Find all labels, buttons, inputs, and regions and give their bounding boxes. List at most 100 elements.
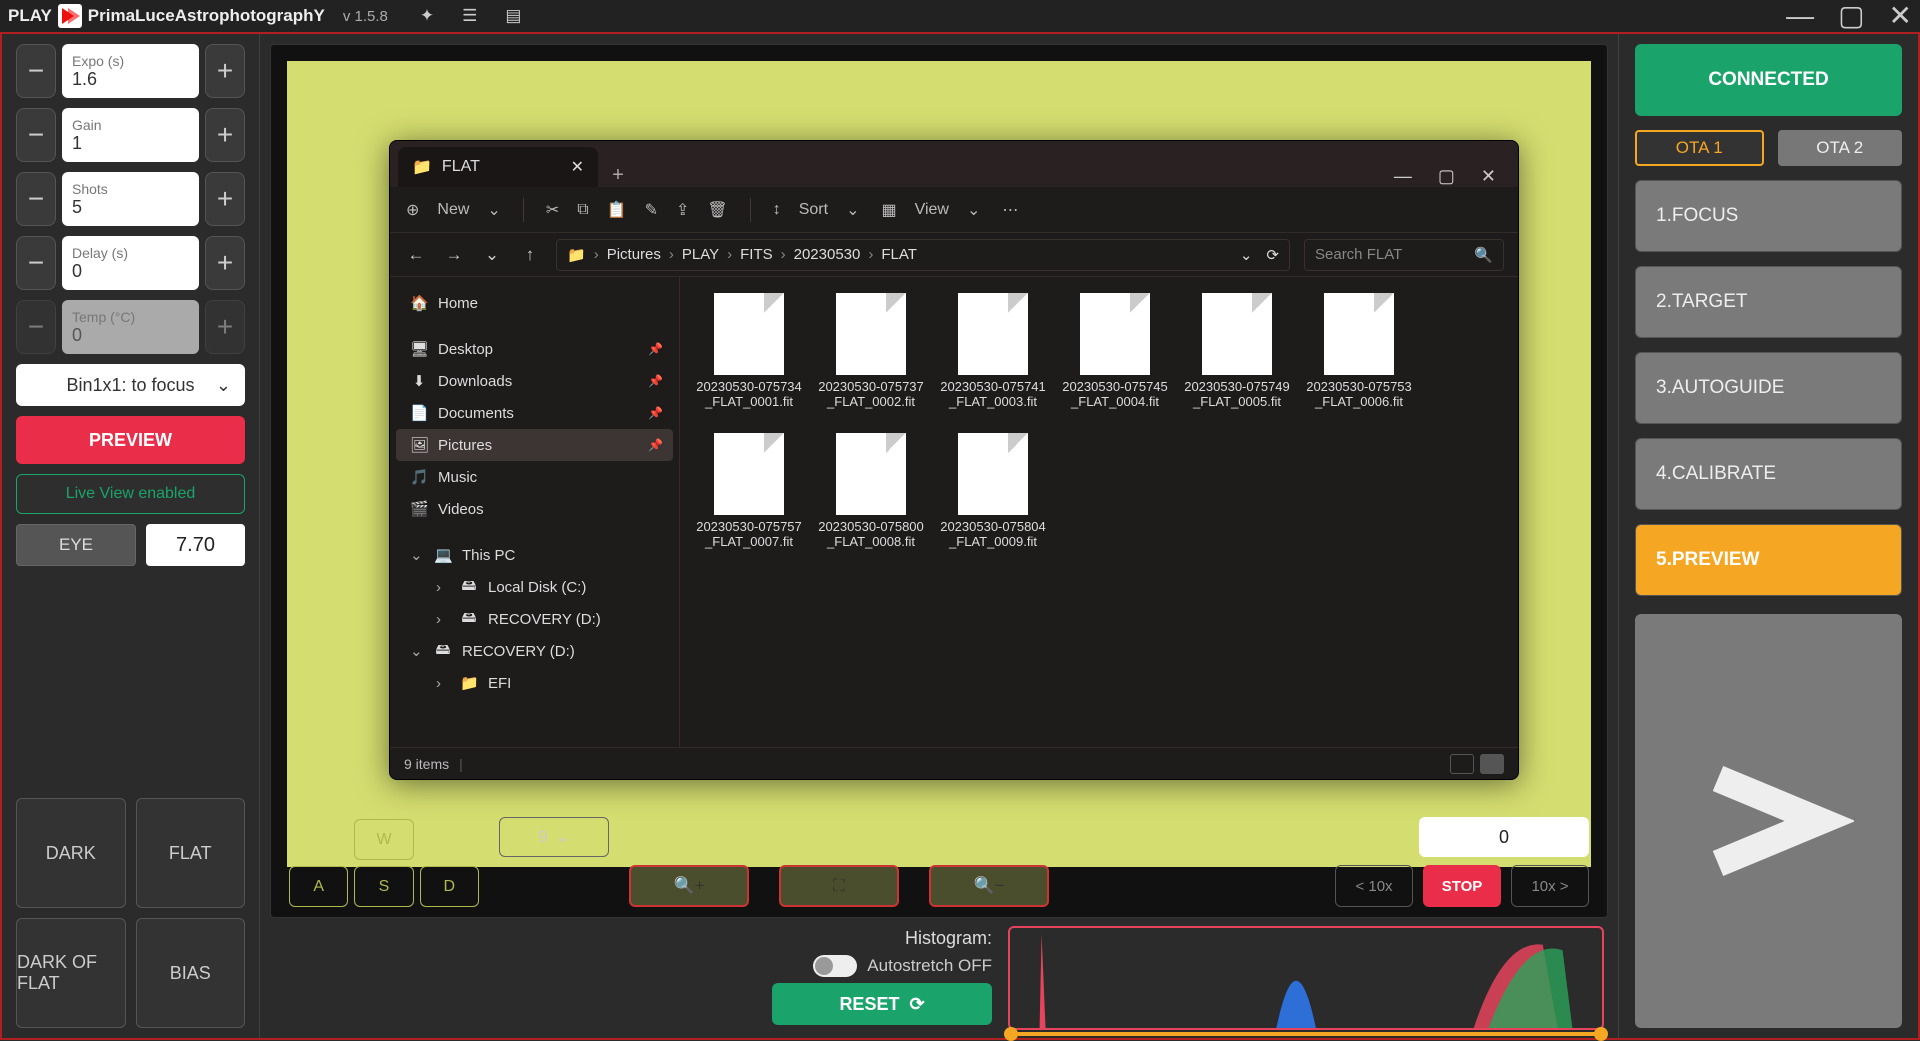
key-s[interactable]: S xyxy=(354,866,413,907)
speed-select[interactable]: 9 ⌄ xyxy=(499,817,609,857)
step-autoguide[interactable]: 3.AUTOGUIDE xyxy=(1635,352,1902,424)
nav-drive-c[interactable]: ›🖴Local Disk (C:) xyxy=(396,571,673,603)
close-icon[interactable]: ✕ xyxy=(1889,2,1912,30)
nav-downloads[interactable]: ⬇Downloads📌 xyxy=(396,365,673,397)
explorer-close-icon[interactable]: ✕ xyxy=(1481,166,1496,187)
chevron-down-icon[interactable]: ⌄ xyxy=(1240,246,1253,264)
view-grid-icon[interactable] xyxy=(1480,754,1504,774)
nav-drive-recovery[interactable]: ›🖴RECOVERY (D:) xyxy=(396,603,673,635)
file-item[interactable]: 20230530-075753_FLAT_0006.fit xyxy=(1300,289,1418,423)
nav-recovery-d[interactable]: ⌄🖴RECOVERY (D:) xyxy=(396,635,673,667)
refresh-icon[interactable]: ⟳ xyxy=(1266,246,1279,264)
bias-button[interactable]: BIAS xyxy=(136,918,246,1028)
connected-status[interactable]: CONNECTED xyxy=(1635,44,1902,116)
gain-field[interactable]: Gain 1 xyxy=(62,108,199,162)
file-name: 20230530-075800_FLAT_0008.fit xyxy=(818,519,924,549)
nav-this-pc[interactable]: ⌄💻This PC xyxy=(396,539,673,571)
dark-button[interactable]: DARK xyxy=(16,798,126,908)
ota-2-button[interactable]: OTA 2 xyxy=(1778,130,1903,166)
nav-efi[interactable]: ›📁EFI xyxy=(396,667,673,699)
reset-button[interactable]: RESET ⟳ xyxy=(772,983,992,1025)
more-menu[interactable]: ⋯ xyxy=(1002,200,1018,220)
delay-field[interactable]: Delay (s) 0 xyxy=(62,236,199,290)
sliders-icon[interactable]: ☰ xyxy=(462,6,477,26)
nav-back-icon[interactable]: ← xyxy=(404,245,428,265)
expo-field[interactable]: Expo (s) 1.6 xyxy=(62,44,199,98)
view-menu[interactable]: ▦ View ⌄ xyxy=(881,200,980,220)
right-panel: CONNECTED OTA 1 OTA 2 1.FOCUS 2.TARGET 3… xyxy=(1618,34,1918,1038)
file-item[interactable]: 20230530-075745_FLAT_0004.fit xyxy=(1056,289,1174,423)
delay-plus[interactable]: + xyxy=(205,236,245,290)
save-icon[interactable]: ▤ xyxy=(505,6,521,26)
file-item[interactable]: 20230530-075800_FLAT_0008.fit xyxy=(812,429,930,563)
share-icon[interactable]: ⇪ xyxy=(676,200,689,220)
explorer-search[interactable]: Search FLAT 🔍 xyxy=(1304,239,1504,271)
explorer-minimize-icon[interactable]: — xyxy=(1394,166,1412,187)
fwd-10x-button[interactable]: 10x > xyxy=(1511,865,1589,907)
tab-close-icon[interactable]: ✕ xyxy=(571,157,584,177)
key-d[interactable]: D xyxy=(420,866,479,907)
preview-button[interactable]: PREVIEW xyxy=(16,416,245,464)
step-calibrate[interactable]: 4.CALIBRATE xyxy=(1635,438,1902,510)
zoom-in-button[interactable]: 🔍+ xyxy=(629,865,749,907)
view-list-icon[interactable] xyxy=(1450,754,1474,774)
chevron-down-icon: ⌄ xyxy=(556,827,570,847)
ota-1-button[interactable]: OTA 1 xyxy=(1635,130,1764,166)
nav-videos[interactable]: 🎬Videos xyxy=(396,493,673,525)
file-item[interactable]: 20230530-075741_FLAT_0003.fit xyxy=(934,289,1052,423)
flat-button[interactable]: FLAT xyxy=(136,798,246,908)
key-a[interactable]: A xyxy=(289,866,348,907)
minimize-icon[interactable]: — xyxy=(1786,2,1814,30)
nav-recent-icon[interactable]: ⌄ xyxy=(480,245,504,265)
file-icon xyxy=(958,293,1028,375)
step-target[interactable]: 2.TARGET xyxy=(1635,266,1902,338)
back-10x-button[interactable]: < 10x xyxy=(1335,865,1413,907)
step-focus[interactable]: 1.FOCUS xyxy=(1635,180,1902,252)
paste-icon[interactable]: 📋 xyxy=(607,200,627,220)
expo-minus[interactable]: − xyxy=(16,44,56,98)
autostretch-toggle[interactable] xyxy=(813,955,857,977)
nav-home[interactable]: 🏠Home xyxy=(396,287,673,319)
explorer-nav[interactable]: 🏠Home 🖥Desktop📌 ⬇Downloads📌 📄Documents📌 … xyxy=(390,277,680,747)
nav-documents[interactable]: 📄Documents📌 xyxy=(396,397,673,429)
zoom-fit-button[interactable]: ⛶ xyxy=(779,865,899,907)
explorer-maximize-icon[interactable]: ▢ xyxy=(1438,166,1455,187)
delay-minus[interactable]: − xyxy=(16,236,56,290)
file-item[interactable]: 20230530-075757_FLAT_0007.fit xyxy=(690,429,808,563)
file-item[interactable]: 20230530-075804_FLAT_0009.fit xyxy=(934,429,1052,563)
nav-up-icon[interactable]: ↑ xyxy=(518,245,542,265)
file-item[interactable]: 20230530-075737_FLAT_0002.fit xyxy=(812,289,930,423)
shots-minus[interactable]: − xyxy=(16,172,56,226)
cut-icon[interactable]: ✂ xyxy=(546,200,559,220)
binning-select[interactable]: Bin1x1: to focus ⌄ xyxy=(16,364,245,406)
telescope-icon[interactable]: ✦ xyxy=(420,6,434,26)
maximize-icon[interactable]: ▢ xyxy=(1838,2,1864,30)
new-tab-button[interactable]: + xyxy=(598,164,638,187)
explorer-tab[interactable]: 📁 FLAT ✕ xyxy=(398,147,598,187)
copy-icon[interactable]: ⧉ xyxy=(577,201,588,219)
rename-icon[interactable]: ✎ xyxy=(645,200,658,220)
gain-plus[interactable]: + xyxy=(205,108,245,162)
histogram-slider[interactable] xyxy=(1010,1032,1602,1036)
dark-of-flat-button[interactable]: DARK OF FLAT xyxy=(16,918,126,1028)
key-w[interactable]: W xyxy=(354,819,413,860)
gain-minus[interactable]: − xyxy=(16,108,56,162)
new-menu[interactable]: ⊕ New ⌄ xyxy=(406,200,501,220)
sort-menu[interactable]: ↕ Sort ⌄ xyxy=(773,200,860,220)
shots-plus[interactable]: + xyxy=(205,172,245,226)
delete-icon[interactable]: 🗑 xyxy=(707,200,727,220)
stop-button[interactable]: STOP xyxy=(1423,865,1501,907)
breadcrumb[interactable]: 📁 ›Pictures ›PLAY ›FITS ›20230530 ›FLAT … xyxy=(556,239,1290,271)
nav-pictures[interactable]: 🖼Pictures📌 xyxy=(396,429,673,461)
nav-music[interactable]: 🎵Music xyxy=(396,461,673,493)
explorer-files[interactable]: 20230530-075734_FLAT_0001.fit20230530-07… xyxy=(680,277,1518,747)
explorer-window[interactable]: 📁 FLAT ✕ + — ▢ ✕ ⊕ New ⌄ ✂ xyxy=(389,140,1519,780)
expo-plus[interactable]: + xyxy=(205,44,245,98)
nav-forward-icon[interactable]: → xyxy=(442,245,466,265)
file-item[interactable]: 20230530-075749_FLAT_0005.fit xyxy=(1178,289,1296,423)
step-preview[interactable]: 5.PREVIEW xyxy=(1635,524,1902,596)
file-item[interactable]: 20230530-075734_FLAT_0001.fit xyxy=(690,289,808,423)
zoom-out-button[interactable]: 🔍− xyxy=(929,865,1049,907)
nav-desktop[interactable]: 🖥Desktop📌 xyxy=(396,333,673,365)
shots-field[interactable]: Shots 5 xyxy=(62,172,199,226)
